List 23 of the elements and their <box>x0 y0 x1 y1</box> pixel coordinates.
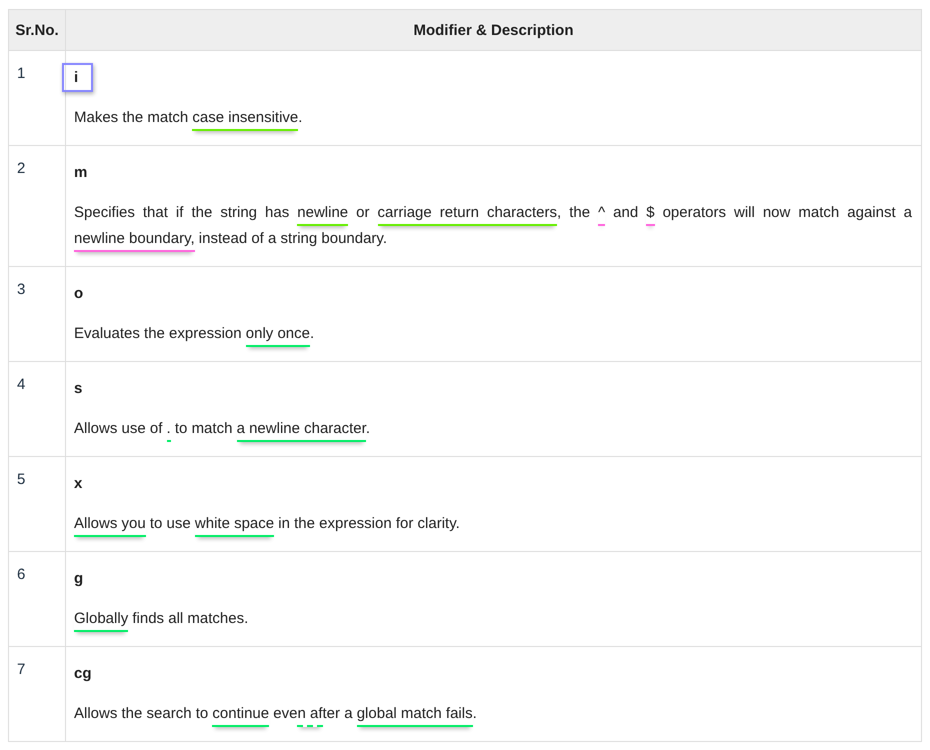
row-number: 2 <box>17 160 26 177</box>
column-header: Modifier & Description <box>66 10 922 50</box>
modifier-name: g <box>73 568 84 588</box>
modifier-description: Evaluates the expression only once. <box>74 321 912 347</box>
modifier-name: m <box>73 162 88 182</box>
row-number: 1 <box>17 65 26 82</box>
modifier-name: i <box>62 62 94 92</box>
row-number: 3 <box>17 281 26 298</box>
row-number: 5 <box>17 471 26 488</box>
modifier-description: Allows use of . to match a newline character. <box>74 416 912 442</box>
column-header: Sr.No. <box>8 10 66 50</box>
modifier-name: s <box>73 378 84 398</box>
modifier-name: cg <box>73 664 93 684</box>
row-number: 4 <box>17 376 26 393</box>
modifier-description: Makes the match case insensitive. <box>74 105 912 131</box>
modifier-name: x <box>73 474 84 494</box>
modifier-description: Allows the search to continue even after a global match fails. <box>74 701 912 727</box>
row-number: 7 <box>17 661 26 678</box>
modifier-description: Specifies that if the string has newline or carriage return characters, the ^ and $ operators will now match against a newline boundary, instead of a string boundary. <box>74 200 912 252</box>
modifier-description: Allows you to use white space in the expression for clarity. <box>74 511 912 537</box>
modifier-description: Globally finds all matches. <box>74 606 912 632</box>
modifier-name: o <box>73 284 84 304</box>
row-number: 6 <box>17 566 26 583</box>
